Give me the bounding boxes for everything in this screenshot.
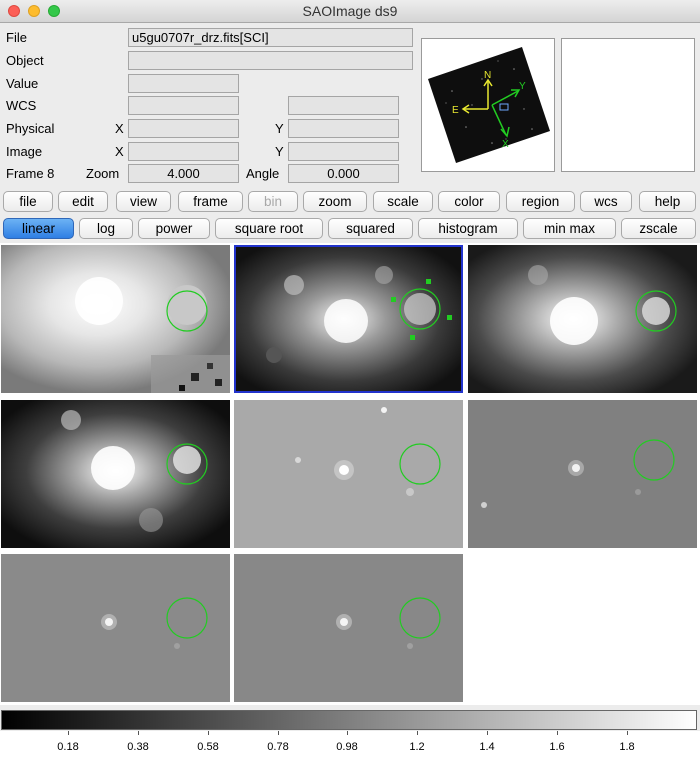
physical-x-label: X: [115, 121, 124, 136]
scale-button-bar: linear log power square root squared his…: [0, 218, 700, 242]
object-label: Object: [6, 53, 44, 68]
frame-8[interactable]: [234, 554, 463, 702]
bin-button[interactable]: bin: [248, 191, 298, 212]
frame-1[interactable]: [1, 245, 230, 393]
frame-2[interactable]: [234, 245, 463, 393]
colorbar-tick-label: 0.58: [197, 741, 219, 753]
scale-linear-button[interactable]: linear: [3, 218, 74, 239]
scale-log-button[interactable]: log: [79, 218, 133, 239]
zoom-field: 4.000: [128, 164, 239, 183]
frame-3[interactable]: [468, 245, 697, 393]
scale-histogram-button[interactable]: histogram: [418, 218, 518, 239]
panner-n-label: N: [484, 70, 491, 81]
image-x-field: [128, 142, 239, 161]
scale-square-root-button[interactable]: square root: [215, 218, 323, 239]
frame-label: Frame 8: [6, 166, 55, 181]
colorbar-tick: [347, 731, 348, 735]
help-button[interactable]: help: [639, 191, 696, 212]
colorbar-tick: [138, 731, 139, 735]
title-bar: SAOImage ds9: [0, 0, 700, 23]
file-button[interactable]: file: [3, 191, 53, 212]
colorbar-tick: [278, 731, 279, 735]
colorbar-tick-label: 1.8: [619, 741, 635, 753]
physical-label: Physical: [6, 121, 55, 136]
panner-e-label: E: [452, 105, 459, 116]
scale-squared-button[interactable]: squared: [328, 218, 413, 239]
wcs-field: [128, 96, 239, 115]
colorbar-tick: [68, 731, 69, 735]
colorbar-ticks: 0.18 0.38 0.58 0.78 0.98 1.2 1.4 1.6 1.8: [0, 731, 700, 767]
window-title: SAOImage ds9: [302, 3, 398, 19]
file-field: u5gu0707r_drz.fits[SCI]: [128, 28, 413, 47]
menu-button-bar: file edit view frame bin zoom scale colo…: [0, 191, 700, 215]
physical-y-label: Y: [275, 121, 284, 136]
colorbar[interactable]: [1, 710, 697, 730]
colorbar-tick: [557, 731, 558, 735]
value-field: [128, 74, 239, 93]
frame-5[interactable]: [234, 400, 463, 548]
colorbar-tick: [417, 731, 418, 735]
angle-field: 0.000: [288, 164, 399, 183]
colorbar-tick-label: 1.4: [479, 741, 495, 753]
image-x-label: X: [115, 144, 124, 159]
object-field: [128, 51, 413, 70]
magnifier: [561, 38, 695, 172]
frame-7[interactable]: [1, 554, 230, 702]
panner-x-label: X: [502, 139, 509, 150]
scale-min-max-button[interactable]: min max: [523, 218, 616, 239]
zoom-label: Zoom: [86, 166, 120, 181]
frame-button[interactable]: frame: [178, 191, 243, 212]
image-label: Image: [6, 144, 43, 159]
scale-button[interactable]: scale: [373, 191, 433, 212]
zoom-button[interactable]: zoom: [303, 191, 367, 212]
colorbar-tick-label: 1.2: [409, 741, 425, 753]
colorbar-tick-label: 0.78: [267, 741, 289, 753]
angle-label: Angle: [246, 166, 280, 181]
colorbar-tick-label: 0.38: [127, 741, 149, 753]
image-y-field: [288, 142, 399, 161]
frame-6[interactable]: [468, 400, 697, 548]
scale-power-button[interactable]: power: [138, 218, 210, 239]
color-button[interactable]: color: [438, 191, 500, 212]
panner[interactable]: N E Y X: [421, 38, 555, 172]
wcs-field-2: [288, 96, 399, 115]
physical-y-field: [288, 119, 399, 138]
scale-zscale-button[interactable]: zscale: [621, 218, 696, 239]
frame-4[interactable]: [1, 400, 230, 548]
physical-x-field: [128, 119, 239, 138]
colorbar-tick: [208, 731, 209, 735]
wcs-button[interactable]: wcs: [580, 191, 632, 212]
wcs-label: WCS: [6, 98, 37, 113]
colorbar-tick: [487, 731, 488, 735]
file-label: File: [6, 30, 27, 45]
value-label: Value: [6, 76, 39, 91]
view-button[interactable]: view: [116, 191, 171, 212]
info-panel: File u5gu0707r_drz.fits[SCI] Object Valu…: [0, 23, 700, 186]
colorbar-tick-label: 0.18: [57, 741, 79, 753]
colorbar-tick-label: 0.98: [336, 741, 358, 753]
colorbar-tick-label: 1.6: [549, 741, 565, 753]
edit-button[interactable]: edit: [58, 191, 108, 212]
panner-y-label: Y: [519, 81, 526, 92]
image-y-label: Y: [275, 144, 284, 159]
region-button[interactable]: region: [506, 191, 575, 212]
colorbar-tick: [627, 731, 628, 735]
frames-area[interactable]: [0, 243, 700, 705]
